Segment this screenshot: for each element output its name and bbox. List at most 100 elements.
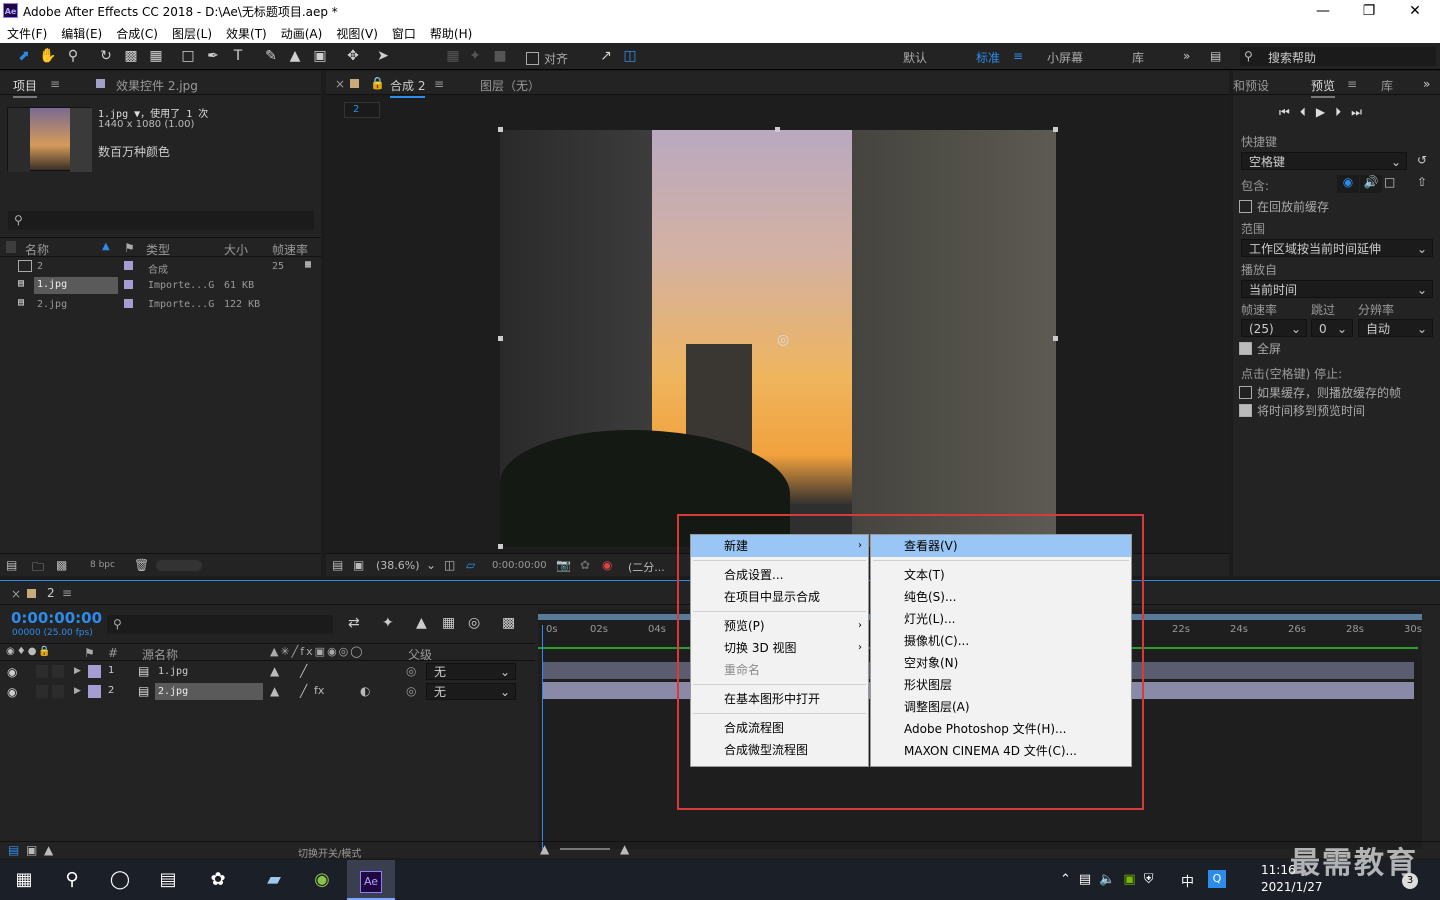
move-time-checkbox[interactable] bbox=[1239, 404, 1252, 417]
pen-tool-icon[interactable]: ✒ bbox=[203, 47, 223, 66]
menu-layer[interactable]: 图层(L) bbox=[165, 23, 219, 42]
playhead[interactable] bbox=[542, 625, 543, 849]
world-axis-icon[interactable]: ✦ bbox=[465, 47, 485, 66]
resolution-value[interactable]: (二分... bbox=[628, 559, 665, 575]
rectangle-tool-icon[interactable]: □ bbox=[178, 47, 198, 66]
submenu-item-viewer[interactable]: 查看器(V) bbox=[871, 535, 1131, 557]
anchor-point-icon[interactable]: ◎ bbox=[777, 332, 789, 348]
workspace-standard[interactable]: 标准 bbox=[976, 49, 1000, 66]
tab-effect-controls[interactable]: 效果控件 2.jpg bbox=[116, 77, 198, 94]
view-axis-icon[interactable]: ■ bbox=[490, 47, 510, 66]
show-snapshot-icon[interactable]: ✿ bbox=[580, 558, 590, 572]
nvidia-icon[interactable]: ▣ bbox=[1123, 872, 1143, 887]
col-type[interactable]: 类型 bbox=[146, 241, 170, 258]
last-frame-icon[interactable]: ⏭ bbox=[1351, 105, 1372, 119]
include-audio-icon[interactable]: 🔊 bbox=[1360, 175, 1382, 193]
tab-library[interactable]: 库 bbox=[1381, 77, 1393, 94]
zoom-in-icon[interactable]: ▲ bbox=[620, 842, 629, 856]
network-icon[interactable]: ▤ bbox=[1079, 872, 1099, 887]
snapshot-icon[interactable]: 📷 bbox=[556, 558, 571, 572]
hand-tool-icon[interactable]: ✋ bbox=[38, 47, 58, 66]
toggle-switches-modes[interactable]: 切换开关/模式 bbox=[298, 845, 361, 860]
snap-toggle[interactable]: 对齐 bbox=[526, 50, 568, 67]
cache-before-toggle[interactable]: 在回放前缓存 bbox=[1239, 198, 1329, 215]
parent-select[interactable]: 无 ⌄ bbox=[426, 663, 516, 680]
workspace-panel-icon[interactable]: ▤ bbox=[1210, 49, 1221, 63]
tab-composition[interactable]: 合成 2 bbox=[390, 77, 426, 98]
type-tool-icon[interactable]: T bbox=[228, 47, 248, 66]
cache-before-checkbox[interactable] bbox=[1239, 200, 1252, 213]
submenu-item-adjustment-layer[interactable]: 调整图层(A) bbox=[871, 696, 1131, 718]
menu-window[interactable]: 窗口 bbox=[385, 23, 423, 42]
thumbnail-slider[interactable] bbox=[156, 560, 202, 571]
submenu-item-null-object[interactable]: 空对象(N) bbox=[871, 652, 1131, 674]
layer-label-color[interactable] bbox=[88, 665, 101, 678]
workspace-menu-icon[interactable]: ≡ bbox=[1013, 49, 1023, 63]
menu-item-switch-3d-view[interactable]: 切换 3D 视图 › bbox=[691, 637, 868, 659]
tab-layer[interactable]: 图层（无） bbox=[480, 77, 540, 94]
tag-icon[interactable]: ⚑ bbox=[124, 241, 135, 255]
submenu-item-solid[interactable]: 纯色(S)... bbox=[871, 586, 1131, 608]
help-search[interactable]: ⚲ 搜索帮助 bbox=[1240, 47, 1436, 66]
cortana-icon[interactable]: ◯ bbox=[96, 860, 144, 900]
motion-blur-switch-icon[interactable]: ◐ bbox=[360, 684, 370, 698]
new-composition-icon[interactable]: ▩ bbox=[56, 558, 67, 572]
menu-file[interactable]: 文件(F) bbox=[0, 23, 54, 42]
graph-editor-icon[interactable]: ▩ bbox=[502, 615, 515, 631]
more-workspaces-icon[interactable]: » bbox=[1183, 49, 1190, 63]
qq-icon[interactable]: Q bbox=[1208, 870, 1226, 888]
pick-whip-icon[interactable]: ◎ bbox=[406, 684, 416, 698]
workspace-library[interactable]: 库 bbox=[1132, 49, 1144, 66]
menu-item-preview[interactable]: 预览(P) › bbox=[691, 615, 868, 637]
after-effects-taskbar-icon[interactable]: Ae bbox=[347, 860, 395, 900]
timeline-timecode[interactable]: 0:00:00:00 bbox=[11, 609, 102, 627]
first-frame-icon[interactable]: ⏮ bbox=[1279, 105, 1300, 119]
brush-tool-icon[interactable]: ✎ bbox=[261, 47, 281, 66]
project-row[interactable]: 2 合成 25 ▦ bbox=[0, 257, 321, 276]
chevron-up-icon[interactable]: ⌃ bbox=[1060, 872, 1079, 887]
notes-app-icon[interactable]: ▰ bbox=[250, 860, 298, 900]
tab-preview[interactable]: 预览 bbox=[1311, 77, 1336, 98]
zoom-tool-icon[interactable]: ⚲ bbox=[63, 47, 83, 66]
quality-switch-icon[interactable]: ╱ bbox=[300, 684, 307, 698]
search-icon[interactable]: ⚲ bbox=[48, 860, 96, 900]
windows-start-icon[interactable]: ▦ bbox=[0, 860, 48, 900]
project-search-input[interactable]: ⚲ bbox=[8, 211, 314, 230]
submenu-item-camera[interactable]: 摄像机(C)... bbox=[871, 630, 1131, 652]
if-cached-checkbox[interactable] bbox=[1239, 386, 1252, 399]
col-name[interactable]: 名称 bbox=[25, 241, 49, 258]
puppet-tool-icon[interactable]: ➤ bbox=[373, 47, 393, 66]
menu-item-open-essential-graphics[interactable]: 在基本图形中打开 bbox=[691, 688, 868, 710]
monitor-icon[interactable]: ▣ bbox=[353, 558, 364, 572]
quality-switch-icon[interactable]: ╱ bbox=[300, 664, 307, 678]
maximize-icon[interactable]: ❐ bbox=[1346, 0, 1392, 23]
roto-brush-tool-icon[interactable]: ✥ bbox=[343, 47, 363, 66]
menu-edit[interactable]: 编辑(E) bbox=[54, 23, 109, 42]
submenu-item-light[interactable]: 灯光(L)... bbox=[871, 608, 1131, 630]
col-fps[interactable]: 帧速率 bbox=[272, 241, 308, 258]
parent-select[interactable]: 无 ⌄ bbox=[426, 683, 516, 700]
motion-blur-icon[interactable]: ◎ bbox=[468, 615, 480, 631]
new-folder-icon[interactable]: 🗀 bbox=[32, 558, 44, 579]
menu-item-comp-flowchart[interactable]: 合成流程图 bbox=[691, 717, 868, 739]
tab-project-menu-icon[interactable]: ≡ bbox=[50, 77, 60, 91]
comp-breadcrumb[interactable]: 2 bbox=[344, 102, 380, 118]
always-preview-icon[interactable]: ▤ bbox=[332, 558, 343, 572]
pick-whip-icon[interactable]: ◎ bbox=[406, 664, 416, 678]
task-view-icon[interactable]: ▤ bbox=[144, 860, 192, 900]
zoom-dropdown-icon[interactable]: ⌄ bbox=[426, 558, 436, 572]
interpret-footage-icon[interactable]: ▤ bbox=[6, 558, 17, 572]
shy-switch-icon[interactable]: ▲ bbox=[270, 664, 279, 678]
layer-name[interactable]: 1.jpg bbox=[158, 666, 188, 677]
menu-item-comp-settings[interactable]: 合成设置... bbox=[691, 564, 868, 586]
submenu-item-photoshop-file[interactable]: Adobe Photoshop 文件(H)... bbox=[871, 718, 1131, 740]
col-size[interactable]: 大小 bbox=[224, 241, 248, 258]
menu-item-new[interactable]: 新建 › bbox=[691, 535, 868, 557]
menu-item-reveal-in-project[interactable]: 在项目中显示合成 bbox=[691, 586, 868, 608]
workspace-default[interactable]: 默认 bbox=[903, 49, 927, 66]
camera-tool-icon[interactable]: ▩ bbox=[121, 47, 141, 66]
snap-target-icon[interactable]: ◫ bbox=[620, 47, 640, 66]
snap-checkbox[interactable] bbox=[526, 52, 539, 65]
workspace-small-screen[interactable]: 小屏幕 bbox=[1047, 49, 1083, 66]
close-icon[interactable]: ✕ bbox=[1392, 0, 1438, 23]
